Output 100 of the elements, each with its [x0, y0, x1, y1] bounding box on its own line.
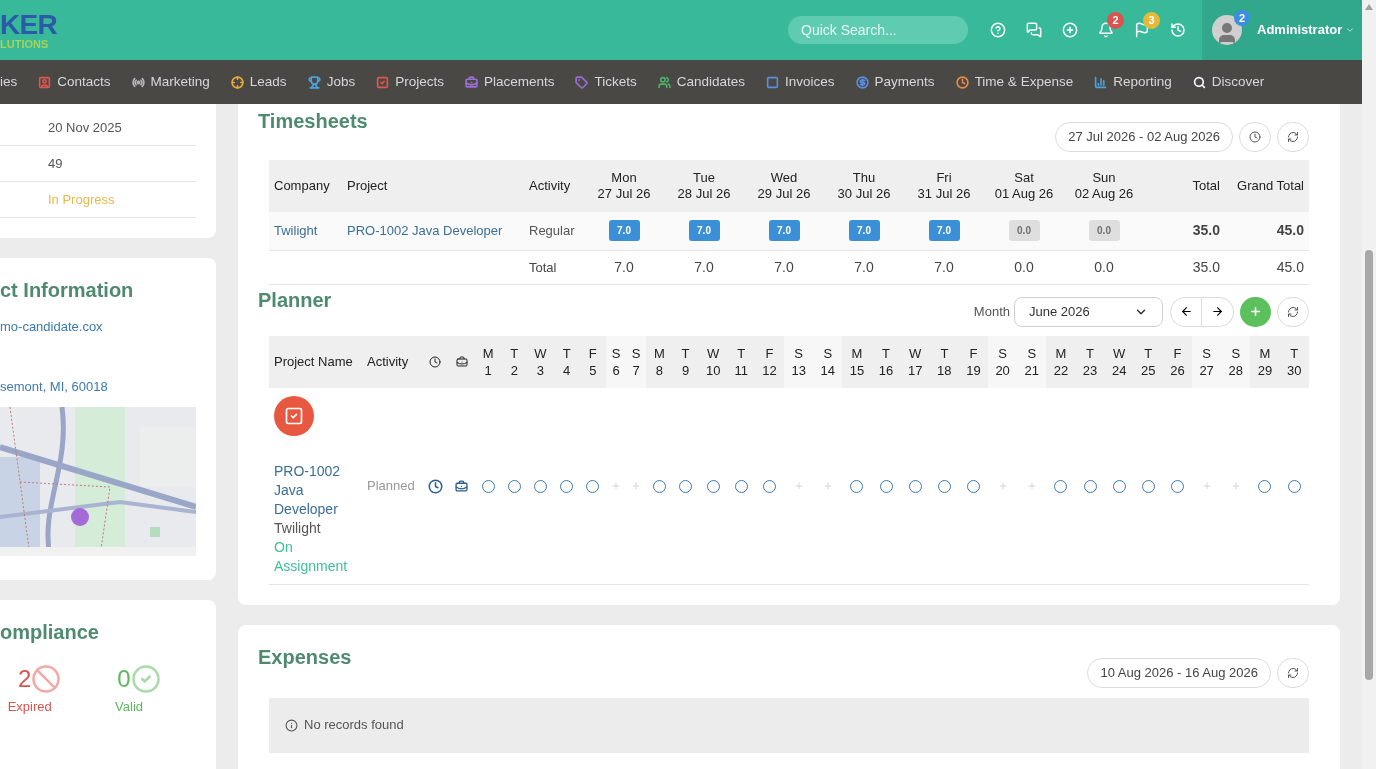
hours-chip[interactable]: 7.0	[608, 220, 640, 242]
day-header: S 13	[784, 335, 814, 388]
nav-item[interactable]: Marketing	[131, 71, 210, 93]
day-header: F 19	[958, 335, 989, 388]
nav-item[interactable]: Tickets	[575, 71, 637, 93]
count-badge: 3	[1143, 12, 1160, 29]
nav-item[interactable]: Candidates	[657, 71, 746, 93]
table-cell: 0.0	[1014, 258, 1034, 275]
month-label: Month	[973, 302, 1010, 321]
table-cell: 7.0	[934, 258, 954, 275]
project-link[interactable]: PRO-1002 Java Developer	[274, 461, 356, 519]
status-text: On Assignment	[274, 537, 349, 576]
nav-item[interactable]: Time & Expense	[955, 71, 1074, 93]
day-header: T 25	[1133, 335, 1163, 388]
hours-chip[interactable]: 7.0	[928, 220, 960, 242]
add-button[interactable]	[1240, 296, 1271, 327]
day-header: T 30	[1279, 335, 1309, 388]
table-cell: 7.0	[694, 258, 714, 275]
right-arrow-icon	[1211, 305, 1224, 318]
day-header: W 17	[900, 335, 930, 388]
nav-item[interactable]: Reporting	[1094, 71, 1172, 93]
count-label: Expired	[7, 698, 52, 716]
column-header: Fri 31 Jul 26	[904, 160, 984, 212]
refresh-icon	[1287, 666, 1299, 679]
left-arrow-icon	[1179, 305, 1193, 318]
briefcase-icon[interactable]	[455, 479, 468, 493]
clock-icon	[429, 356, 441, 369]
column-header: Wed 29 Jul 26	[744, 160, 824, 212]
day-header: S 20	[988, 335, 1018, 388]
email-link[interactable]: mo-candidate.cox	[0, 317, 196, 337]
caret-icon	[1345, 25, 1356, 35]
day-header: S 28	[1221, 335, 1251, 388]
logo-subtext: LUTIONS	[0, 38, 50, 50]
column-header: Activity	[524, 160, 584, 212]
activity-text: Planned	[367, 477, 415, 493]
table-cell: 45.0	[1276, 222, 1304, 239]
hours-chip[interactable]: 7.0	[848, 220, 880, 242]
user-name: Administrator	[1257, 21, 1343, 40]
day-header: T 16	[871, 335, 901, 388]
nav-item[interactable]: Placements	[464, 71, 555, 93]
nav-item[interactable]: Projects	[376, 71, 444, 93]
nav-item[interactable]: Payments	[855, 71, 935, 93]
nav-item[interactable]: Contacts	[38, 71, 111, 93]
section-title: Timesheets	[258, 109, 368, 134]
history-icon[interactable]	[1170, 22, 1186, 38]
task-icon	[274, 395, 314, 436]
clock-icon	[1249, 131, 1261, 143]
table-cell: Regular	[529, 223, 575, 238]
table-cell: 7.0	[854, 258, 874, 275]
refresh-icon	[1287, 305, 1299, 318]
day-header: S 27	[1192, 335, 1222, 388]
company-text: Twilight	[274, 518, 322, 538]
column-header: Project Name	[269, 335, 362, 388]
column-header: Mon 27 Jul 26	[584, 160, 664, 212]
day-header: T 11	[727, 335, 755, 388]
table-cell: 7.0	[774, 258, 794, 275]
add-icon[interactable]	[1062, 22, 1078, 38]
month-select[interactable]: June 2026	[1014, 296, 1163, 327]
day-header: S 14	[813, 335, 843, 388]
address-link[interactable]: semont, MI, 60018	[0, 376, 196, 396]
chat-icon[interactable]	[1026, 22, 1042, 38]
scroll-thumb[interactable]	[1365, 250, 1373, 680]
count-badge: 2	[1234, 10, 1250, 26]
nav-item[interactable]: ies	[0, 71, 18, 93]
card-title: ct Information	[0, 278, 135, 303]
day-header: M 22	[1046, 335, 1076, 388]
search-field[interactable]: Quick Search...	[788, 16, 968, 44]
status-text: In Progress	[48, 190, 115, 209]
day-header: F 5	[579, 335, 606, 388]
help-icon[interactable]	[990, 22, 1006, 38]
detail-value: 20 Nov 2025	[48, 118, 122, 137]
scroll-up-icon[interactable]	[1365, 4, 1373, 10]
nav-item[interactable]: Invoices	[766, 71, 835, 93]
bell-icon[interactable]	[1098, 22, 1114, 38]
hours-chip[interactable]: 7.0	[768, 220, 800, 242]
table-cell: 7.0	[614, 258, 634, 275]
table-cell: Total	[529, 259, 557, 275]
count-label: Valid	[115, 698, 143, 716]
plus-icon	[1249, 305, 1262, 318]
column-header: Thu 30 Jul 26	[824, 160, 904, 212]
card-title: ompliance	[0, 620, 100, 645]
hours-chip[interactable]: 7.0	[688, 220, 720, 242]
nav-item[interactable]: Discover	[1192, 71, 1265, 93]
column-header: Sat 01 Aug 26	[984, 160, 1064, 212]
nav-item[interactable]: Leads	[230, 71, 287, 93]
day-header: W 10	[698, 335, 728, 388]
column-header: Grand Total	[1225, 160, 1309, 212]
company-link[interactable]: Twilight	[274, 223, 318, 238]
clock-icon[interactable]	[427, 478, 443, 494]
hours-chip[interactable]: 0.0	[1088, 220, 1120, 242]
nav-item[interactable]: Jobs	[307, 71, 356, 93]
table-cell: 35.0	[1192, 222, 1220, 239]
day-header: T 9	[672, 335, 699, 388]
day-header: M 8	[646, 335, 673, 388]
user-menu[interactable]: 2 Administrator	[1202, 0, 1362, 60]
hours-chip[interactable]: 0.0	[1008, 220, 1040, 242]
project-link[interactable]: PRO-1002 Java Developer	[347, 223, 503, 238]
flag-icon[interactable]	[1134, 22, 1150, 38]
info-icon	[285, 718, 298, 732]
refresh-icon	[1287, 131, 1299, 143]
